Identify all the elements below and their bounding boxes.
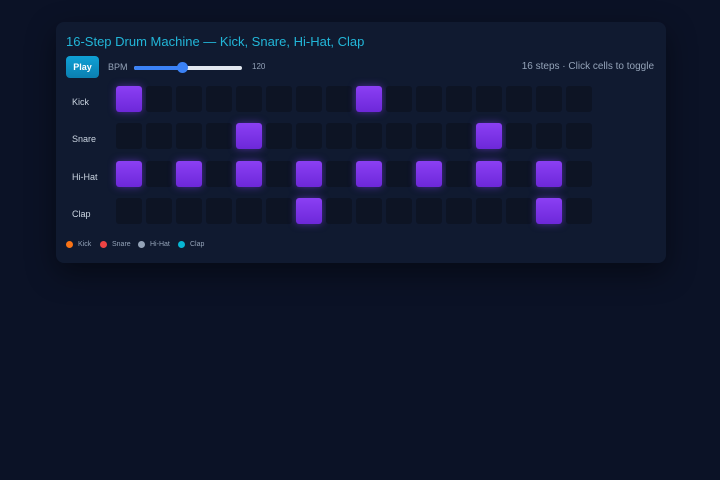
step-cell[interactable] <box>566 123 592 149</box>
step-cell[interactable] <box>206 198 232 224</box>
bpm-label: BPM <box>108 62 128 72</box>
step-cell[interactable] <box>326 161 352 187</box>
step-cell[interactable] <box>236 86 262 112</box>
track-label-hihat: Hi-Hat <box>72 172 98 182</box>
step-cell[interactable] <box>356 123 382 149</box>
step-cell[interactable] <box>296 123 322 149</box>
step-cell[interactable] <box>386 198 412 224</box>
track-label-clap: Clap <box>72 209 91 219</box>
play-button[interactable]: Play <box>66 56 99 78</box>
step-cell[interactable] <box>416 86 442 112</box>
step-cell[interactable] <box>416 161 442 187</box>
step-cell[interactable] <box>236 123 262 149</box>
step-cell[interactable] <box>296 198 322 224</box>
step-cell[interactable] <box>356 86 382 112</box>
step-cell[interactable] <box>146 161 172 187</box>
step-cell[interactable] <box>146 198 172 224</box>
bpm-value: 120 <box>252 62 266 71</box>
step-cell[interactable] <box>566 198 592 224</box>
step-cell[interactable] <box>326 198 352 224</box>
track-label-kick: Kick <box>72 97 90 107</box>
step-cell[interactable] <box>536 86 562 112</box>
track-label-snare: Snare <box>72 134 97 144</box>
step-cell[interactable] <box>176 198 202 224</box>
step-cell[interactable] <box>116 161 142 187</box>
legend-label-kick: Kick <box>78 241 92 248</box>
legend-label-clap: Clap <box>190 241 205 248</box>
legend-dot-snare <box>100 241 107 248</box>
bpm-slider[interactable] <box>134 62 242 73</box>
page-title: 16-Step Drum Machine — Kick, Snare, Hi-H… <box>66 34 365 49</box>
step-cell[interactable] <box>446 123 472 149</box>
step-cell[interactable] <box>566 161 592 187</box>
legend-dot-hihat <box>138 241 145 248</box>
step-cell[interactable] <box>266 123 292 149</box>
step-cell[interactable] <box>116 198 142 224</box>
step-cell[interactable] <box>146 86 172 112</box>
step-cell[interactable] <box>536 123 562 149</box>
step-cell[interactable] <box>326 123 352 149</box>
step-cell[interactable] <box>266 161 292 187</box>
step-cell[interactable] <box>476 123 502 149</box>
bpm-slider-thumb[interactable] <box>176 62 188 73</box>
legend-item-snare: Snare <box>100 241 131 248</box>
step-cell[interactable] <box>266 86 292 112</box>
step-cell[interactable] <box>176 161 202 187</box>
step-cell[interactable] <box>176 123 202 149</box>
step-cell[interactable] <box>476 86 502 112</box>
step-cell[interactable] <box>476 198 502 224</box>
step-cell[interactable] <box>236 198 262 224</box>
step-cell[interactable] <box>446 198 472 224</box>
step-cell[interactable] <box>296 86 322 112</box>
step-cell[interactable] <box>146 123 172 149</box>
step-cell[interactable] <box>446 86 472 112</box>
step-cell[interactable] <box>386 86 412 112</box>
legend-label-snare: Snare <box>112 241 131 248</box>
step-cell[interactable] <box>476 161 502 187</box>
step-cell[interactable] <box>506 161 532 187</box>
step-cell[interactable] <box>536 161 562 187</box>
step-cell[interactable] <box>416 198 442 224</box>
bpm-slider-fill <box>134 66 182 70</box>
step-cell[interactable] <box>116 123 142 149</box>
legend-item-clap: Clap <box>178 241 204 248</box>
legend-dot-clap <box>178 241 185 248</box>
step-cell[interactable] <box>116 86 142 112</box>
step-cell[interactable] <box>326 86 352 112</box>
step-cell[interactable] <box>506 86 532 112</box>
step-cell[interactable] <box>206 161 232 187</box>
step-cell[interactable] <box>356 161 382 187</box>
legend-item-hihat: Hi-Hat <box>138 241 170 248</box>
legend-dot-kick <box>66 241 73 248</box>
step-cell[interactable] <box>176 86 202 112</box>
step-cell[interactable] <box>446 161 472 187</box>
drum-machine-panel: 16-Step Drum Machine — Kick, Snare, Hi-H… <box>56 22 666 263</box>
step-cell[interactable] <box>296 161 322 187</box>
step-cell[interactable] <box>506 123 532 149</box>
step-cell[interactable] <box>506 198 532 224</box>
info-text: 16 steps · Click cells to toggle <box>521 61 654 72</box>
step-cell[interactable] <box>536 198 562 224</box>
step-cell[interactable] <box>416 123 442 149</box>
step-cell[interactable] <box>386 123 412 149</box>
step-cell[interactable] <box>266 198 292 224</box>
step-cell[interactable] <box>566 86 592 112</box>
step-cell[interactable] <box>206 86 232 112</box>
legend-item-kick: Kick <box>66 241 91 248</box>
step-cell[interactable] <box>356 198 382 224</box>
step-cell[interactable] <box>206 123 232 149</box>
step-cell[interactable] <box>236 161 262 187</box>
legend-label-hihat: Hi-Hat <box>150 241 170 248</box>
step-cell[interactable] <box>386 161 412 187</box>
